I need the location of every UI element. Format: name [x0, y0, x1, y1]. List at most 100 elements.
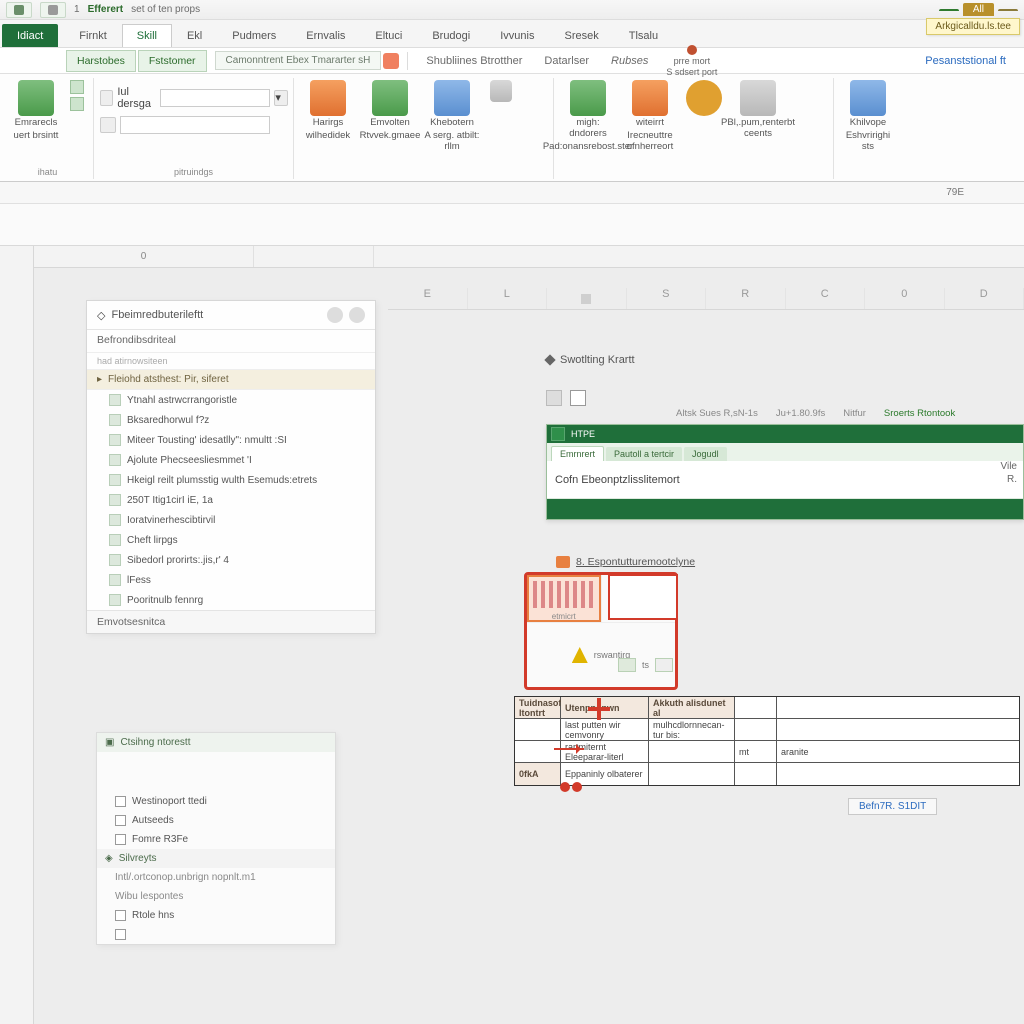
chooser-cell-a[interactable]: etmicrt	[527, 575, 602, 622]
pane-group-header[interactable]: ▸ Fleiohd atsthest: Pir, siferet	[87, 369, 375, 390]
subtab-left-a[interactable]: Harstobes	[66, 50, 136, 72]
chevron-down-icon[interactable]: ▾	[274, 90, 287, 106]
col-0[interactable]: 0	[865, 288, 945, 309]
mini-tool-a-icon[interactable]	[546, 390, 562, 406]
td[interactable]: mulhcdlornnecan-tur bis:	[649, 719, 735, 740]
colhdr-2[interactable]	[254, 246, 374, 267]
embedded-tab-a[interactable]: Emrnrert	[551, 446, 604, 461]
td[interactable]: mt	[735, 741, 777, 762]
qat-save-icon[interactable]	[6, 2, 32, 18]
td[interactable]	[735, 697, 777, 718]
clip-bigbtn-a[interactable]: Emrarecls uert brsintt	[8, 80, 64, 142]
checkbox[interactable]	[115, 815, 126, 826]
col-E[interactable]: E	[388, 288, 468, 309]
td[interactable]	[735, 763, 777, 785]
td[interactable]: aranite	[777, 741, 1019, 762]
options-item[interactable]: Westinoport ttedi	[97, 792, 335, 811]
preview-icon[interactable]	[618, 658, 636, 672]
embedded-titlebar[interactable]: HTPE	[547, 425, 1023, 443]
tab-4[interactable]: Pudmers	[217, 24, 291, 47]
list-item[interactable]: Pooritnulb fennrg	[87, 590, 375, 610]
tab-file[interactable]: Idiact	[2, 24, 58, 47]
options-foot-a[interactable]: Rtole hns	[97, 906, 335, 925]
tab-1[interactable]: Firnkt	[64, 24, 122, 47]
colhdr-big[interactable]: 0	[34, 246, 254, 267]
clip-small-a[interactable]	[70, 80, 84, 94]
td[interactable]	[735, 719, 777, 740]
tab-9[interactable]: Sresek	[549, 24, 613, 47]
options-foot-b[interactable]	[97, 925, 335, 944]
list-item[interactable]: lFess	[87, 570, 375, 590]
th[interactable]: Akkuth alisdunet al	[649, 697, 735, 718]
subtab-a[interactable]	[4, 56, 64, 66]
list-item[interactable]: Ioratvinerhescibtirvil	[87, 510, 375, 530]
subtab-left-b[interactable]: Fststomer	[138, 50, 207, 72]
design-name-combo[interactable]: Iul dersga ▾	[100, 86, 288, 110]
td[interactable]	[777, 719, 1019, 740]
clip-small-b[interactable]	[70, 97, 84, 111]
context-tab-c[interactable]	[998, 9, 1018, 11]
far-link[interactable]: Pesanststional ft	[925, 55, 1006, 67]
mini-meta-link[interactable]: Sroerts Rtontook	[884, 408, 955, 419]
chart-btn-b[interactable]: EmvoltenRtvvek.gmaee	[362, 80, 418, 142]
design-combo-input[interactable]	[160, 89, 270, 107]
data-btn-d[interactable]: PBl,.pum,renterbt ceents	[730, 80, 786, 140]
td[interactable]	[649, 741, 735, 762]
chooser-alt-box[interactable]	[608, 574, 678, 620]
td[interactable]: rartmiternt Eleeparar-literl	[561, 741, 649, 762]
embedded-body[interactable]: Cofn Ebeonptzlisslitemort	[547, 461, 1023, 499]
col-S[interactable]: S	[627, 288, 707, 309]
td[interactable]	[515, 741, 561, 762]
options-section-a[interactable]: ▣Ctsihng ntorestt	[97, 733, 335, 752]
footer-link[interactable]: Befn7R. S1DIT	[848, 798, 937, 815]
td[interactable]	[777, 763, 1019, 785]
td[interactable]: 0fkA	[515, 763, 561, 785]
arrange-btn[interactable]: KhilvopeEshvririghi sts	[840, 80, 896, 153]
list-item[interactable]: Miteer Tousting' idesatlly": nmultt :SI	[87, 430, 375, 450]
context-tab-a[interactable]	[939, 9, 959, 11]
pane-settings-icon[interactable]	[327, 307, 343, 323]
tab-3[interactable]: Ekl	[172, 24, 217, 47]
td[interactable]: last putten wir cemvonry	[561, 719, 649, 740]
chart-btn-a[interactable]: Harirgswilhedidek	[300, 80, 356, 142]
small-orange-icon[interactable]	[383, 53, 399, 69]
qat-undo-icon[interactable]	[40, 2, 66, 18]
subtab-right-stack[interactable]: prre mort S sdsert port	[660, 45, 723, 77]
tab-5[interactable]: Ernvalis	[291, 24, 360, 47]
col-C[interactable]: C	[786, 288, 866, 309]
td[interactable]	[777, 697, 1019, 718]
embedded-tab-c[interactable]: Jogudl	[684, 447, 727, 461]
list-item[interactable]: 250T Itig1cirI iE, 1a	[87, 490, 375, 510]
tab-2[interactable]: Skill	[122, 24, 172, 47]
subtab-mid-a[interactable]: Shubliines Btrotther	[416, 51, 532, 71]
design-row2[interactable]	[100, 116, 270, 134]
data-btn-a[interactable]: migh: dndorersPad:onansrebost.ster	[560, 80, 616, 153]
col-R[interactable]: R	[706, 288, 786, 309]
pane-close-icon[interactable]	[349, 307, 365, 323]
tab-7[interactable]: Brudogi	[417, 24, 485, 47]
col-icon[interactable]	[547, 288, 627, 309]
list-item[interactable]: Bksaredhorwul f?z	[87, 410, 375, 430]
list-item[interactable]: Cheft lirpgs	[87, 530, 375, 550]
embedded-tab-b[interactable]: Pautoll a tertcir	[606, 447, 682, 461]
row-headers[interactable]	[0, 246, 34, 1024]
data-btn-b[interactable]: witeirrtIrecneuttre ofnherreort	[622, 80, 678, 153]
list-item[interactable]: Ytnahl astrwcrrangoristle	[87, 390, 375, 410]
data-btn-c[interactable]	[684, 80, 724, 116]
checkbox[interactable]	[115, 910, 126, 921]
col-L[interactable]: L	[468, 288, 548, 309]
chart-btn-c[interactable]: KheboternA serg. atbilt: rllm	[424, 80, 480, 153]
options-section-b[interactable]: ◈Silvreyts	[97, 849, 335, 868]
th[interactable]: Tuidnasof Itontrt	[515, 697, 561, 718]
chooser-title-text[interactable]: 8. Espontutturemootclyne	[576, 556, 695, 568]
td[interactable]	[515, 719, 561, 740]
col-D[interactable]: D	[945, 288, 1024, 309]
options-item[interactable]: Autseeds	[97, 811, 335, 830]
options-item[interactable]: Fomre R3Fe	[97, 830, 335, 849]
tab-6[interactable]: Eltuci	[360, 24, 417, 47]
design-combo[interactable]: Camonntrent Ebex Tmararter sH	[215, 51, 382, 70]
preview2-icon[interactable]	[655, 658, 673, 672]
subtab-mid-b[interactable]: Datarlser	[534, 51, 599, 71]
chart-btn-d[interactable]	[486, 80, 516, 102]
checkbox[interactable]	[115, 796, 126, 807]
